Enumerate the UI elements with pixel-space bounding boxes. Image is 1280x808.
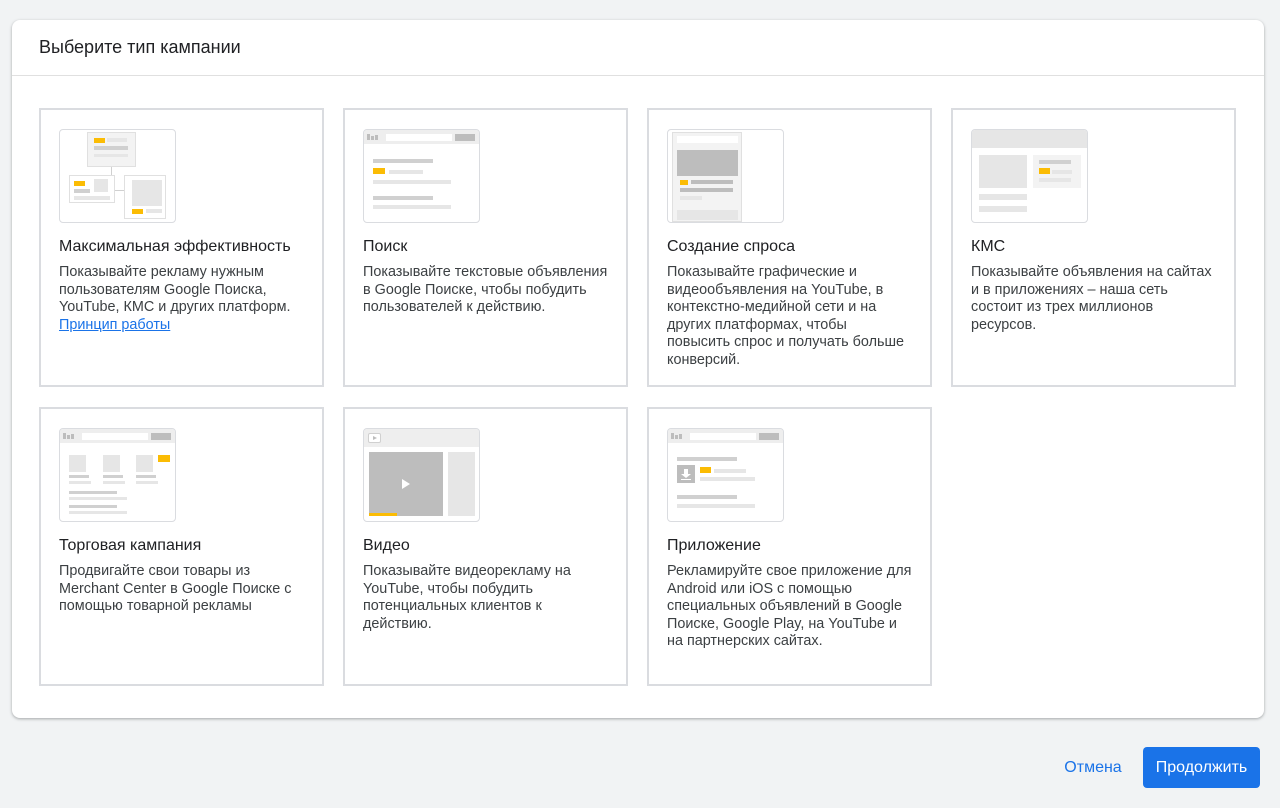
performance-max-illustration-icon [59,129,176,223]
search-illustration-icon [363,129,480,223]
how-it-works-link[interactable]: Принцип работы [59,317,170,333]
card-description: Показывайте графические и видеообъявлени… [667,264,905,368]
card-description: Показывайте видеорекламу на YouTube, что… [363,563,571,632]
cancel-button[interactable]: Отмена [1052,747,1134,788]
card-description: Рекламируйте свое приложение для Android… [667,563,912,649]
card-search[interactable]: Поиск Показывайте текстовые объявления в… [343,108,628,387]
card-display[interactable]: КМС Показывайте объявления на сайтах и в… [951,108,1236,387]
card-description: Показывайте рекламу нужным пользователям… [59,264,304,334]
shopping-illustration-icon [59,428,176,522]
dialog-title: Выберите тип кампании [12,20,1264,76]
video-illustration-icon [363,428,480,522]
card-description: Показывайте объявления на сайтах и в при… [971,264,1212,333]
card-title: Приложение [667,537,761,554]
card-description: Показывайте текстовые объявления в Googl… [363,264,608,315]
card-video[interactable]: Видео Показывайте видеорекламу на YouTub… [343,407,628,686]
card-shopping[interactable]: Торговая кампания Продвигайте свои товар… [39,407,324,686]
card-description-text: Показывайте рекламу нужным пользователям… [59,264,291,315]
card-performance-max[interactable]: Максимальная эффективность Показывайте р… [39,108,324,387]
card-app[interactable]: Приложение Рекламируйте свое приложение … [647,407,932,686]
continue-button[interactable]: Продолжить [1143,747,1260,788]
card-title: КМС [971,238,1006,255]
demand-gen-illustration-icon [667,129,784,223]
card-demand-gen[interactable]: Создание спроса Показывайте графические … [647,108,932,387]
app-illustration-icon [667,428,784,522]
card-title: Видео [363,537,410,554]
card-title: Создание спроса [667,238,795,255]
card-description: Продвигайте свои товары из Merchant Cent… [59,563,292,614]
card-title: Торговая кампания [59,537,202,554]
card-title: Поиск [363,238,408,255]
display-illustration-icon [971,129,1088,223]
card-title: Максимальная эффективность [59,238,291,255]
